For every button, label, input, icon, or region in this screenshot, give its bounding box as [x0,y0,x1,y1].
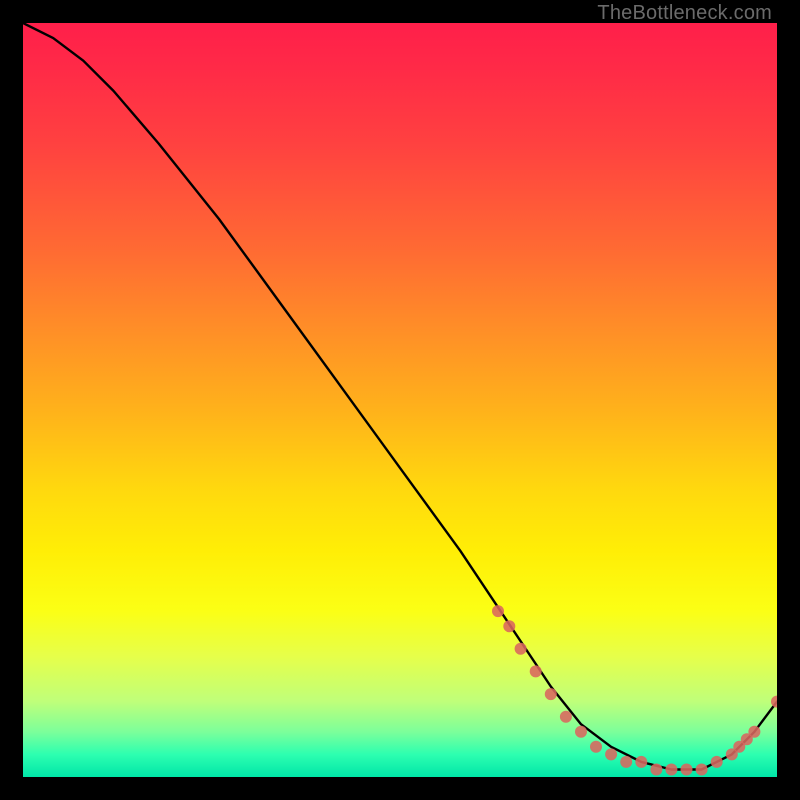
marker-dot [530,665,542,677]
marker-dot [748,726,760,738]
marker-dot [771,696,777,708]
marker-dot [726,748,738,760]
marker-dot [560,711,572,723]
watermark-text: TheBottleneck.com [597,2,772,25]
marker-dot [503,620,515,632]
chart-svg [23,23,777,777]
marker-dot [575,726,587,738]
marker-dot [741,733,753,745]
marker-dot [665,764,677,776]
marker-dot [605,748,617,760]
marker-dot [620,756,632,768]
marker-dot [681,764,693,776]
marker-dot [492,605,504,617]
marker-dot [545,688,557,700]
line-series [23,23,777,770]
marker-dot [650,764,662,776]
marker-dot [590,741,602,753]
chart-plot-area [23,23,777,777]
marker-dot [733,741,745,753]
marker-dot [711,756,723,768]
marker-dot [635,756,647,768]
marker-dot [696,764,708,776]
chart-stage: TheBottleneck.com [0,0,800,800]
marker-dot [515,643,527,655]
marker-dots [492,605,777,775]
